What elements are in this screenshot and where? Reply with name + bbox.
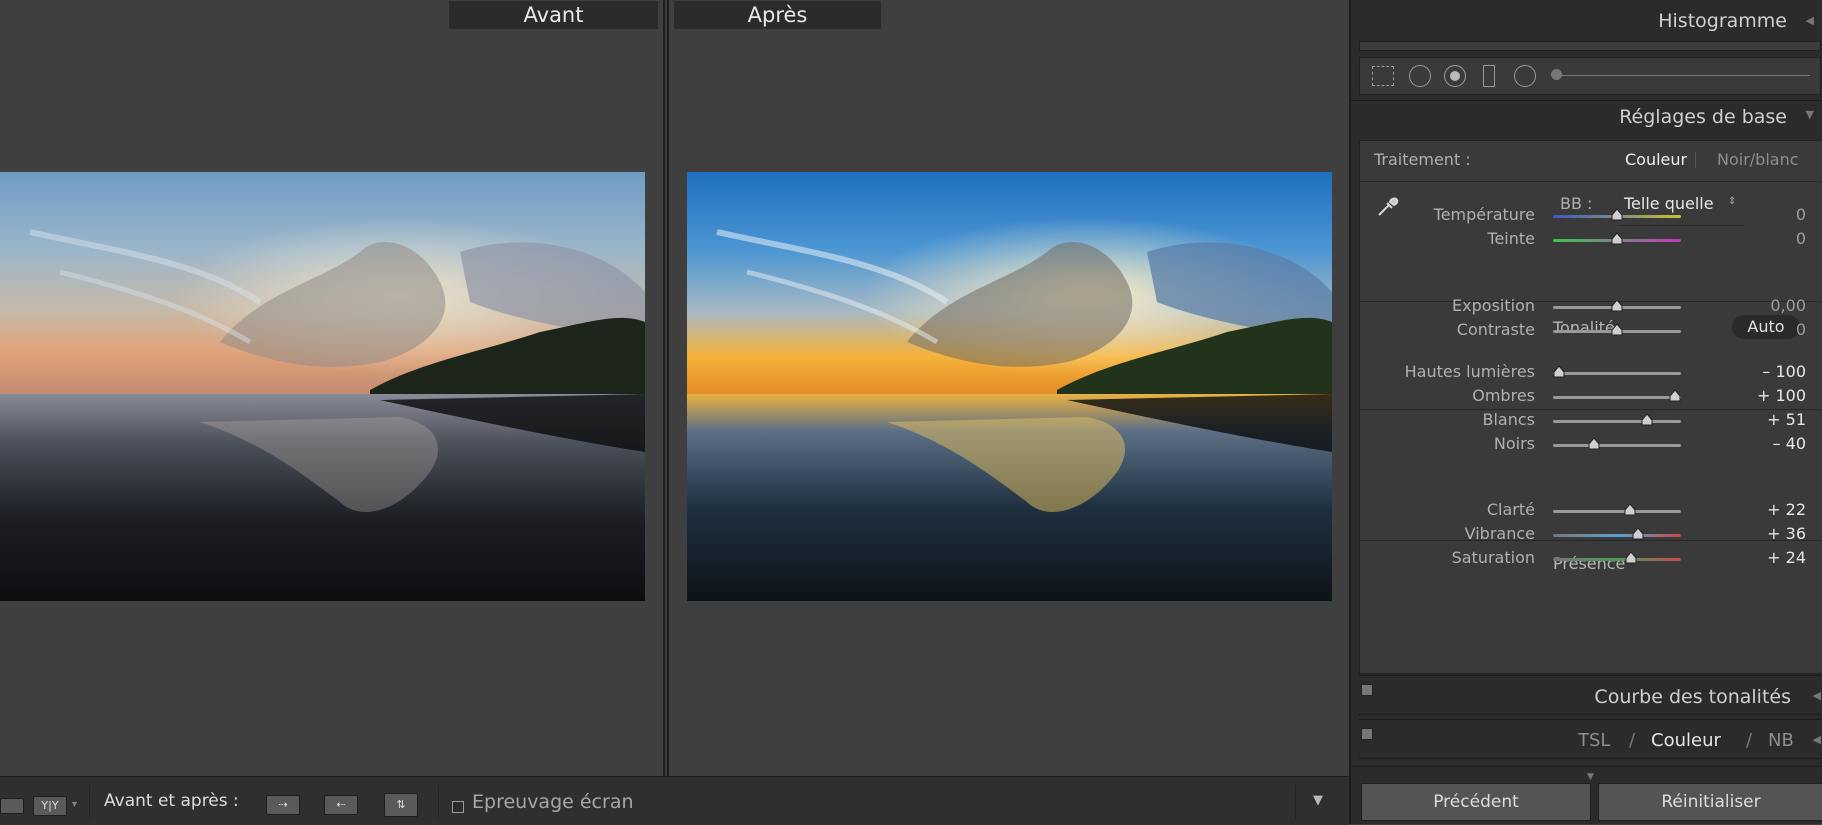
slider-track[interactable] bbox=[1553, 444, 1681, 447]
treatment-color-option[interactable]: Couleur bbox=[1625, 150, 1687, 169]
wb-label: BB : bbox=[1560, 194, 1593, 213]
slider-label: Contraste bbox=[1456, 320, 1535, 339]
expand-triangle-icon[interactable]: ▼ bbox=[1806, 108, 1814, 121]
header-rule bbox=[1351, 100, 1822, 101]
slider-value[interactable]: + 36 bbox=[1767, 524, 1806, 543]
slider-label: Ombres bbox=[1472, 386, 1535, 405]
after-label: Après bbox=[674, 1, 881, 29]
compare-view-mode-button[interactable]: Y|Y bbox=[33, 796, 67, 816]
copy-after-to-before-button[interactable]: ⇠ bbox=[324, 795, 358, 815]
slider-value[interactable]: – 40 bbox=[1773, 434, 1806, 453]
hsl-panel-header[interactable]: TSL / Couleur / NB ◀ bbox=[1359, 719, 1821, 759]
previous-button[interactable]: Précédent bbox=[1361, 783, 1591, 821]
spot-removal-icon[interactable] bbox=[1409, 65, 1431, 87]
radial-filter-icon[interactable] bbox=[1514, 65, 1536, 87]
panel-end-rule bbox=[1351, 766, 1822, 767]
slider-label: Teinte bbox=[1487, 229, 1535, 248]
slider-label: Noirs bbox=[1493, 434, 1535, 453]
toolbar-divider bbox=[438, 785, 439, 819]
slider-track[interactable] bbox=[1553, 558, 1681, 561]
tab-separator: / bbox=[1629, 730, 1636, 751]
brush-slider-track[interactable] bbox=[1555, 75, 1810, 76]
tool-strip bbox=[1359, 57, 1821, 95]
panel-toggle-switch[interactable] bbox=[1361, 728, 1373, 740]
slider-label: Exposition bbox=[1452, 296, 1535, 315]
arrow-right-icon: ⇢ bbox=[278, 798, 288, 811]
slider-value[interactable]: 0,00 bbox=[1770, 296, 1806, 315]
compare-divider[interactable] bbox=[663, 0, 669, 776]
arrow-left-icon: ⇠ bbox=[336, 798, 346, 811]
slider-track[interactable] bbox=[1553, 396, 1681, 399]
histogram-area bbox=[1359, 41, 1821, 51]
collapse-triangle-icon[interactable]: ◀ bbox=[1813, 689, 1821, 702]
basic-section: Traitement : Couleur Noir/blanc BB : Tel… bbox=[1359, 140, 1822, 674]
adjustment-brush-icon[interactable] bbox=[1551, 69, 1562, 80]
slider-track[interactable] bbox=[1553, 534, 1681, 537]
toolbar-options-chevron-icon[interactable]: ▼ bbox=[1313, 793, 1323, 808]
slider-label: Blancs bbox=[1482, 410, 1536, 429]
tone-label: Tonalité bbox=[1553, 318, 1615, 337]
chevron-down-icon[interactable]: ▾ bbox=[72, 799, 77, 810]
slider-value[interactable]: + 51 bbox=[1767, 410, 1806, 429]
tab-separator: / bbox=[1746, 730, 1753, 751]
wb-underline bbox=[1618, 225, 1744, 226]
crop-tool-icon[interactable] bbox=[1372, 66, 1394, 86]
tab-hsl[interactable]: TSL bbox=[1578, 730, 1610, 751]
auto-tone-button[interactable]: Auto bbox=[1732, 315, 1800, 339]
develop-right-panel: Histogramme ◀ Réglages de base ▼ Traitem… bbox=[1349, 0, 1822, 824]
before-after-mode-label: Avant et après : bbox=[104, 791, 239, 811]
slider-track[interactable] bbox=[1553, 372, 1681, 375]
toolbar-divider bbox=[89, 785, 90, 819]
treatment-label: Traitement : bbox=[1374, 150, 1471, 169]
treatment-bw-option[interactable]: Noir/blanc bbox=[1717, 150, 1799, 169]
presence-label: Présence bbox=[1553, 554, 1626, 573]
before-photo[interactable] bbox=[0, 172, 645, 601]
swap-icon: ⇅ bbox=[396, 798, 406, 811]
slider-track[interactable] bbox=[1553, 420, 1681, 423]
loupe-view-button[interactable] bbox=[0, 798, 24, 814]
reset-button[interactable]: Réinitialiser bbox=[1598, 783, 1822, 821]
slider-value[interactable]: + 22 bbox=[1767, 500, 1806, 519]
before-label: Avant bbox=[449, 1, 658, 29]
slider-label: Saturation bbox=[1451, 548, 1535, 567]
slider-value[interactable]: – 100 bbox=[1762, 362, 1806, 381]
histogram-header[interactable]: Histogramme bbox=[1658, 10, 1787, 32]
swap-before-after-button[interactable]: ⇅ bbox=[384, 793, 418, 817]
slider-value[interactable]: 0 bbox=[1796, 320, 1806, 339]
section-rule bbox=[1360, 181, 1822, 182]
tone-curve-panel-header[interactable]: Courbe des tonalités ◀ bbox=[1359, 675, 1821, 715]
wb-preset-dropdown[interactable]: Telle quelle bbox=[1624, 194, 1714, 213]
compare-view: Avant Après bbox=[0, 0, 1349, 776]
slider-label: Température bbox=[1433, 205, 1535, 224]
wb-dropdown-arrows-icon[interactable]: ⇕ bbox=[1728, 196, 1736, 207]
treatment-divider bbox=[1695, 152, 1696, 168]
slider-label: Vibrance bbox=[1464, 524, 1535, 543]
slider-label: Hautes lumières bbox=[1404, 362, 1535, 381]
panel-toggle-switch[interactable] bbox=[1361, 684, 1373, 696]
tab-color[interactable]: Couleur bbox=[1651, 730, 1721, 751]
soft-proof-checkbox[interactable] bbox=[452, 801, 464, 813]
graduated-filter-icon[interactable] bbox=[1483, 65, 1495, 87]
red-eye-icon[interactable] bbox=[1444, 65, 1466, 87]
soft-proof-label: Epreuvage écran bbox=[472, 791, 634, 813]
copy-before-to-after-button[interactable]: ⇢ bbox=[266, 795, 300, 815]
slider-label: Clarté bbox=[1486, 500, 1535, 519]
bottom-toolbar: Y|Y ▾ Avant et après : ⇢ ⇠ ⇅ Epreuvage é… bbox=[0, 776, 1349, 825]
tab-bw[interactable]: NB bbox=[1768, 730, 1794, 751]
toolbar-divider bbox=[1295, 785, 1296, 819]
basic-header[interactable]: Réglages de base bbox=[1619, 106, 1787, 128]
tone-curve-header: Courbe des tonalités bbox=[1594, 686, 1791, 708]
collapse-triangle-icon[interactable]: ◀ bbox=[1806, 14, 1814, 27]
after-photo[interactable] bbox=[687, 172, 1332, 601]
slider-value[interactable]: 0 bbox=[1796, 229, 1806, 248]
slider-value[interactable]: 0 bbox=[1796, 205, 1806, 224]
collapse-triangle-icon[interactable]: ◀ bbox=[1813, 733, 1821, 746]
slider-track[interactable] bbox=[1553, 510, 1681, 513]
panel-end-triangle-icon: ▼ bbox=[1587, 772, 1594, 782]
slider-value[interactable]: + 24 bbox=[1767, 548, 1806, 567]
slider-value[interactable]: + 100 bbox=[1757, 386, 1806, 405]
